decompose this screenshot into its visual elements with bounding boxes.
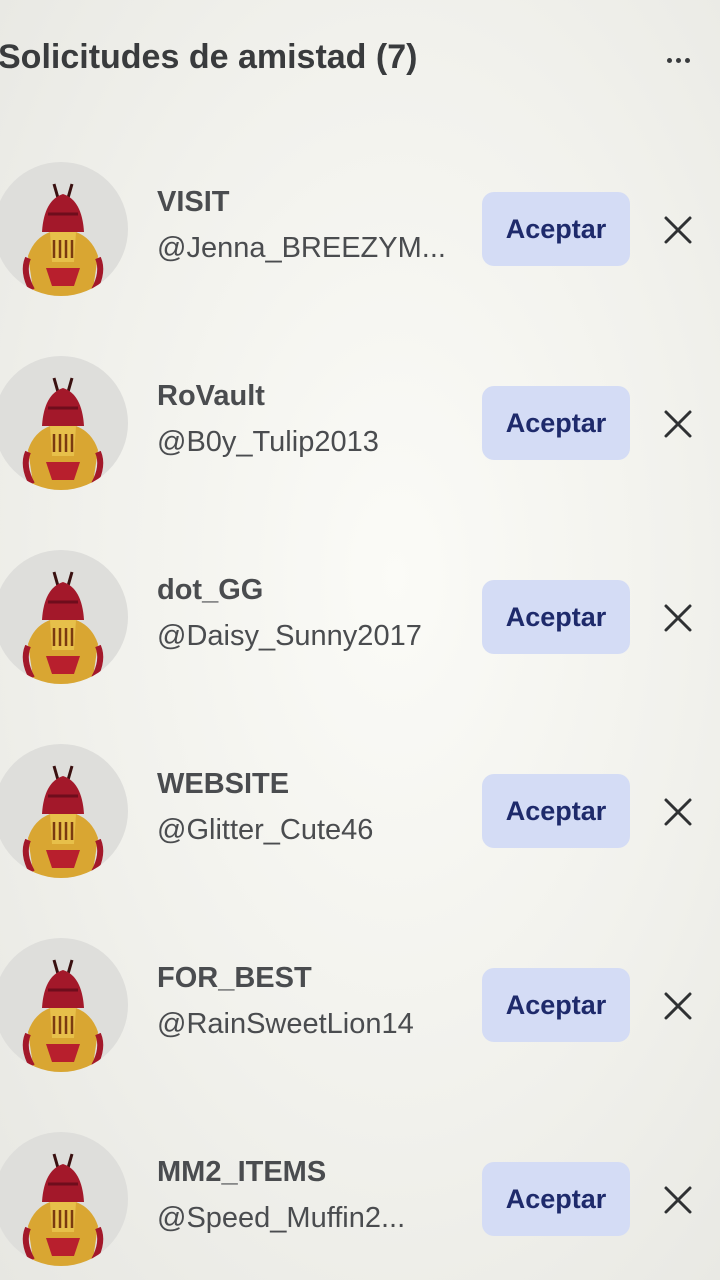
username: @Jenna_BREEZYM... (157, 232, 446, 264)
avatar-knight-icon (22, 377, 104, 490)
username: @RainSweetLion14 (157, 1008, 414, 1040)
close-icon[interactable] (660, 406, 696, 442)
display-name: WEBSITE (157, 768, 290, 800)
display-name: dot_GG (157, 574, 264, 606)
accept-button[interactable]: Aceptar (482, 386, 630, 460)
username: @Daisy_Sunny2017 (157, 620, 422, 652)
avatar-knight-icon (22, 571, 104, 684)
close-icon[interactable] (660, 794, 696, 830)
friend-request-row: dot_GG @Daisy_Sunny2017 Aceptar (0, 550, 720, 690)
accept-button[interactable]: Aceptar (482, 580, 630, 654)
avatar-knight-icon (22, 959, 104, 1072)
accept-button[interactable]: Aceptar (482, 1162, 630, 1236)
display-name: RoVault (157, 380, 265, 412)
avatar-knight-icon (22, 1153, 104, 1266)
avatar-knight-icon (22, 765, 104, 878)
close-icon[interactable] (660, 212, 696, 248)
display-name: FOR_BEST (157, 962, 312, 994)
accept-button[interactable]: Aceptar (482, 192, 630, 266)
friend-request-row: MM2_ITEMS @Speed_Muffin2... Aceptar (0, 1132, 720, 1272)
display-name: MM2_ITEMS (157, 1156, 327, 1188)
accept-button[interactable]: Aceptar (482, 968, 630, 1042)
friend-request-row: RoVault @B0y_Tulip2013 Aceptar (0, 356, 720, 496)
friend-request-row: VISIT @Jenna_BREEZYM... Aceptar (0, 162, 720, 302)
friend-request-list: VISIT @Jenna_BREEZYM... Aceptar RoVault … (0, 0, 720, 1280)
username: @B0y_Tulip2013 (157, 426, 379, 458)
accept-button[interactable]: Aceptar (482, 774, 630, 848)
close-icon[interactable] (660, 600, 696, 636)
friend-request-row: FOR_BEST @RainSweetLion14 Aceptar (0, 938, 720, 1078)
avatar[interactable] (0, 356, 128, 490)
avatar-knight-icon (22, 183, 104, 296)
avatar[interactable] (0, 162, 128, 296)
avatar[interactable] (0, 1132, 128, 1266)
username: @Glitter_Cute46 (157, 814, 374, 846)
friend-request-row: WEBSITE @Glitter_Cute46 Aceptar (0, 744, 720, 884)
close-icon[interactable] (660, 1182, 696, 1218)
avatar[interactable] (0, 550, 128, 684)
avatar[interactable] (0, 938, 128, 1072)
username: @Speed_Muffin2... (157, 1202, 406, 1234)
display-name: VISIT (157, 186, 230, 218)
avatar[interactable] (0, 744, 128, 878)
close-icon[interactable] (660, 988, 696, 1024)
